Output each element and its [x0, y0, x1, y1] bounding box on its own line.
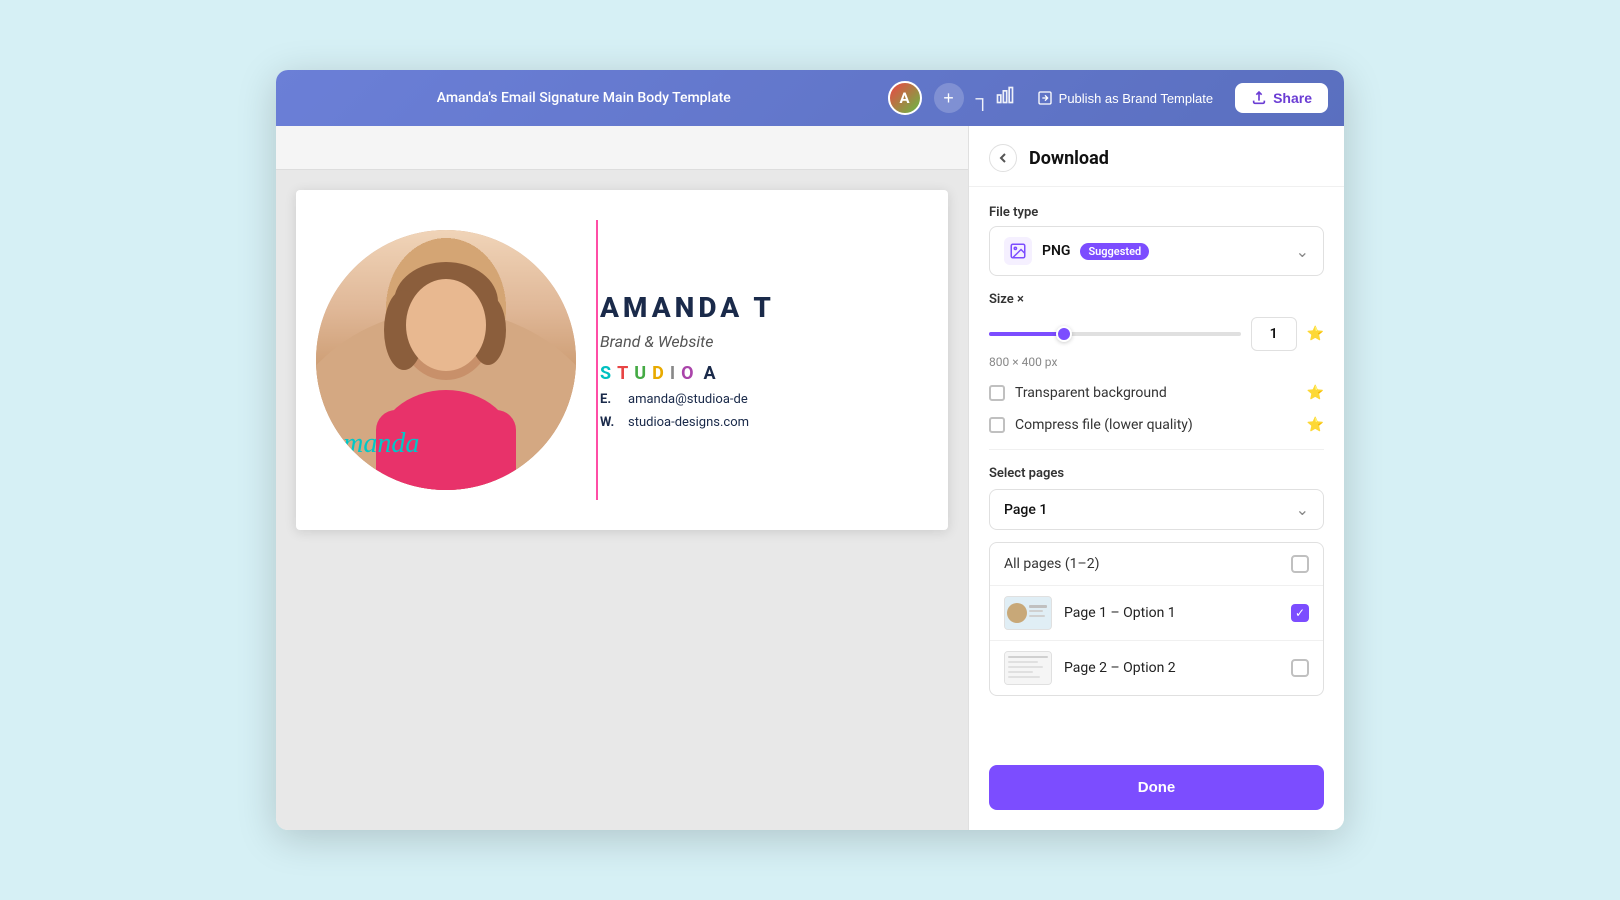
- page-2-name: Page 2 – Option 2: [1064, 660, 1279, 676]
- web-label: W.: [600, 415, 620, 430]
- pro-crown-icon: ⭐: [1307, 326, 1324, 342]
- pink-divider: [596, 220, 598, 500]
- header: Amanda's Email Signature Main Body Templ…: [276, 70, 1344, 126]
- pages-chevron-icon: ⌄: [1296, 500, 1309, 519]
- email-line: E. amanda@studioa-de: [600, 392, 924, 407]
- compress-checkbox[interactable]: [989, 417, 1005, 433]
- back-icon: [997, 152, 1009, 164]
- studio-a: A: [704, 363, 719, 384]
- size-input-area: 1 ⭐: [989, 317, 1324, 351]
- avatar[interactable]: A: [888, 81, 922, 115]
- main-area: Amanda AMANDA T Brand & Website S T U D …: [276, 126, 1344, 830]
- suggested-badge: Suggested: [1080, 243, 1149, 260]
- person-photo: Amanda: [316, 230, 576, 490]
- studio-u: U: [634, 363, 649, 384]
- file-type-label: File type: [989, 205, 1324, 220]
- publish-icon: [1037, 90, 1053, 106]
- card-content: AMANDA T Brand & Website S T U D I O A: [576, 271, 948, 450]
- transparent-pro-icon: ⭐: [1307, 385, 1324, 401]
- chevron-down-icon: ⌄: [1296, 242, 1309, 261]
- page-2-checkbox[interactable]: [1291, 659, 1309, 677]
- size-section: Size × 1 ⭐ 800 × 400 px: [989, 292, 1324, 369]
- file-type-section: File type PNG Suggested ⌄: [989, 205, 1324, 276]
- all-pages-text: All pages (1–2): [1004, 556, 1099, 572]
- all-pages-row[interactable]: All pages (1–2): [990, 543, 1323, 586]
- header-left: Amanda's Email Signature Main Body Templ…: [292, 90, 876, 106]
- compress-pro-icon: ⭐: [1307, 417, 1324, 433]
- email-value: amanda@studioa-de: [628, 392, 748, 407]
- canvas-area: Amanda AMANDA T Brand & Website S T U D …: [276, 126, 968, 830]
- design-card: Amanda AMANDA T Brand & Website S T U D …: [296, 190, 948, 530]
- studio-i: I: [670, 363, 678, 384]
- page-1-thumbnail: [1004, 596, 1052, 630]
- file-type-dropdown[interactable]: PNG Suggested ⌄: [989, 226, 1324, 276]
- signature: Amanda: [326, 428, 419, 460]
- size-number-input[interactable]: 1: [1251, 317, 1297, 351]
- studio-o: O: [681, 363, 696, 384]
- file-type-icon: [1004, 237, 1032, 265]
- image-icon: [1009, 242, 1027, 260]
- publish-button[interactable]: Publish as Brand Template: [1027, 84, 1223, 112]
- web-value: studioa-designs.com: [628, 415, 749, 430]
- compress-label: Compress file (lower quality): [1015, 417, 1193, 433]
- design-name: AMANDA T: [600, 291, 924, 324]
- panel-header: Download: [969, 126, 1344, 187]
- canvas-toolbar: [276, 126, 968, 170]
- size-slider[interactable]: [989, 332, 1241, 336]
- page-1-name: Page 1 – Option 1: [1064, 605, 1279, 621]
- slider-fill: [989, 332, 1064, 336]
- share-icon: [1251, 90, 1267, 106]
- divider: [989, 449, 1324, 450]
- web-line: W. studioa-designs.com: [600, 415, 924, 430]
- studio-d: D: [652, 363, 667, 384]
- share-button[interactable]: Share: [1235, 83, 1328, 113]
- download-panel: Download File type PNG Suggested ⌄: [968, 126, 1344, 830]
- panel-body: File type PNG Suggested ⌄: [969, 187, 1344, 753]
- person-image: Amanda: [316, 230, 576, 490]
- studio-logo: S T U D I O A: [600, 363, 924, 384]
- email-label: E.: [600, 392, 620, 407]
- transparent-bg-checkbox[interactable]: [989, 385, 1005, 401]
- size-header: Size ×: [989, 292, 1324, 307]
- studio-t: T: [617, 363, 631, 384]
- add-button[interactable]: +: [934, 83, 964, 113]
- canvas-content: Amanda AMANDA T Brand & Website S T U D …: [276, 170, 968, 830]
- transparent-bg-label: Transparent background: [1015, 385, 1167, 401]
- size-px-label: 800 × 400 px: [989, 355, 1324, 369]
- page-1-thumb-svg: [1005, 597, 1051, 629]
- done-button[interactable]: Done: [989, 765, 1324, 810]
- slider-thumb: [1056, 326, 1072, 342]
- page-2-thumb-svg: [1005, 652, 1051, 684]
- page-2-row[interactable]: Page 2 – Option 2: [990, 641, 1323, 695]
- size-label: Size ×: [989, 292, 1024, 307]
- header-title: Amanda's Email Signature Main Body Templ…: [292, 90, 876, 106]
- chart-icon[interactable]: ┐: [976, 85, 1015, 111]
- app-container: Amanda's Email Signature Main Body Templ…: [276, 70, 1344, 830]
- design-subtitle: Brand & Website: [600, 332, 924, 351]
- all-pages-checkbox[interactable]: [1291, 555, 1309, 573]
- panel-title: Download: [1029, 148, 1109, 169]
- pages-list: All pages (1–2): [989, 542, 1324, 696]
- page-2-thumbnail: [1004, 651, 1052, 685]
- page-1-row[interactable]: Page 1 – Option 1 ✓: [990, 586, 1323, 641]
- studio-s: S: [600, 363, 614, 384]
- compress-row: Compress file (lower quality) ⭐: [989, 417, 1324, 433]
- back-button[interactable]: [989, 144, 1017, 172]
- page-1-checkbox[interactable]: ✓: [1291, 604, 1309, 622]
- file-type-name: PNG: [1042, 243, 1070, 259]
- select-pages-section: Select pages Page 1 ⌄ All pages (1–2): [989, 466, 1324, 696]
- select-pages-label: Select pages: [989, 466, 1324, 481]
- selected-page-text: Page 1: [1004, 502, 1047, 518]
- transparent-bg-row: Transparent background ⭐: [989, 385, 1324, 401]
- pages-dropdown[interactable]: Page 1 ⌄: [989, 489, 1324, 530]
